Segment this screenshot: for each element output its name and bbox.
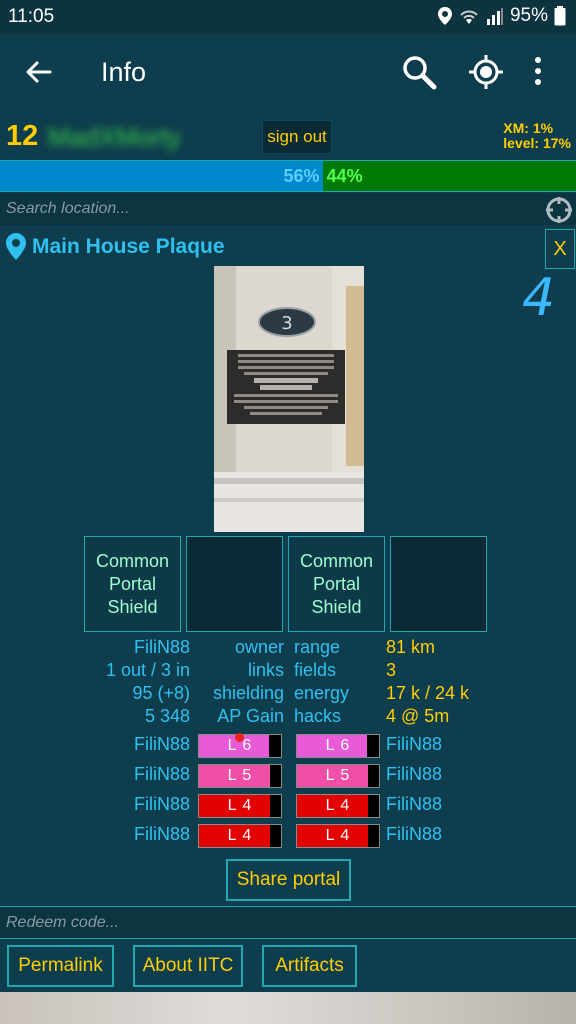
enlightened-score: 44% — [322, 161, 576, 191]
portal-level: 4 — [522, 268, 556, 328]
energy-value: 17 k / 24 k — [386, 683, 470, 703]
app-bar: Info — [0, 34, 576, 114]
level-progress: level: 17% — [503, 135, 571, 151]
owner-label: owner — [234, 637, 284, 657]
location-pin-icon — [437, 7, 452, 25]
resonator-owner[interactable]: FiliN88 — [134, 794, 190, 815]
resonator-owner[interactable]: FiliN88 — [134, 734, 190, 755]
fields-label: fields — [294, 660, 337, 680]
battery-icon — [554, 6, 566, 26]
battery-percentage: 95% — [509, 5, 548, 26]
detail-row: FiliN88 owner range 81 km — [0, 636, 576, 659]
resonator-meter: L 4 — [198, 794, 282, 818]
hacks-value: 4 @ 5m — [386, 706, 450, 726]
resonator-owner[interactable]: FiliN88 — [386, 734, 442, 755]
owner-value[interactable]: FiliN88 — [134, 636, 190, 659]
search-placeholder: Search location... — [6, 200, 130, 217]
player-stats: XM: 1% level: 17% — [503, 121, 571, 151]
resonator-level: L 5 — [227, 767, 253, 784]
resonator-level: L 4 — [325, 797, 351, 814]
resistance-score: 56% — [0, 161, 323, 191]
share-portal-button[interactable]: Share portal — [226, 859, 351, 901]
mod-slot-4[interactable] — [390, 536, 487, 632]
hacks-label: hacks — [294, 706, 342, 726]
resonator-row: FiliN88 L 6 L 6 FiliN88 — [0, 733, 576, 763]
sign-out-button[interactable]: sign out — [262, 120, 332, 154]
resonator-marker-icon — [235, 733, 244, 742]
portal-details: FiliN88 owner range 81 km 1 out / 3 in l… — [0, 636, 576, 728]
toolbox: Permalink About IITC Artifacts — [0, 938, 576, 992]
plaque-number: 3 — [281, 313, 292, 334]
portal-photo[interactable]: 3 — [214, 266, 364, 532]
player-info: 12 MadXMorty sign out XM: 1% level: 17% — [0, 114, 576, 160]
resonator-meter: L 4 — [296, 824, 380, 848]
shielding-label: shielding — [212, 683, 284, 703]
resonator-meter: L 4 — [296, 794, 380, 818]
map-background[interactable] — [0, 992, 576, 1024]
mod-slot-1[interactable]: Common Portal Shield — [84, 536, 181, 632]
mod-slot-2[interactable] — [186, 536, 283, 632]
resonator-owner[interactable]: FiliN88 — [386, 764, 442, 785]
fields-value: 3 — [386, 660, 397, 680]
page-title: Info — [101, 57, 147, 87]
resonator-meter: L 6 — [198, 733, 282, 758]
resonator-row: FiliN88 L 5 L 5 FiliN88 — [0, 763, 576, 793]
back-arrow-icon[interactable] — [22, 56, 54, 88]
signal-icon — [486, 8, 503, 25]
shielding-value: 95 (+8) — [132, 683, 190, 703]
resonator-level: L 5 — [325, 767, 351, 784]
resonator-level: L 4 — [325, 827, 351, 844]
portal-header: Main House Plaque — [6, 233, 225, 260]
about-iitc-button[interactable]: About IITC — [133, 945, 243, 987]
resonator-list: FiliN88 L 6 L 6 FiliN88 FiliN88 L 5 L 5 … — [0, 733, 576, 853]
more-options-icon[interactable] — [533, 56, 543, 86]
detail-row: 1 out / 3 in links fields 3 — [0, 659, 576, 682]
redeem-code-input[interactable]: Redeem code... — [0, 906, 576, 938]
resonator-level: L 4 — [227, 797, 253, 814]
resonator-meter: L 5 — [198, 764, 282, 788]
detail-row: 5 348 AP Gain hacks 4 @ 5m — [0, 705, 576, 728]
ap-gain-value: 5 348 — [144, 706, 190, 726]
player-level: 12 — [6, 120, 39, 152]
my-location-icon[interactable] — [468, 54, 504, 90]
resonator-owner[interactable]: FiliN88 — [134, 764, 190, 785]
links-label: links — [247, 660, 284, 680]
links-value: 1 out / 3 in — [105, 660, 190, 680]
close-button[interactable]: X — [545, 229, 575, 269]
resonator-owner[interactable]: FiliN88 — [386, 794, 442, 815]
resonator-meter: L 4 — [198, 824, 282, 848]
crosshair-icon[interactable] — [545, 196, 573, 224]
search-icon[interactable] — [401, 54, 437, 90]
wifi-icon — [460, 10, 478, 24]
range-label: range — [294, 637, 341, 657]
detail-row: 95 (+8) shielding energy 17 k / 24 k — [0, 682, 576, 705]
resonator-level: L 4 — [227, 827, 253, 844]
resonator-level: L 6 — [325, 737, 351, 754]
status-bar: 11:05 95% — [0, 0, 576, 34]
plaque-photo-image: 3 — [214, 266, 364, 532]
portal-name: Main House Plaque — [32, 234, 225, 258]
player-name: MadXMorty — [48, 122, 181, 152]
resonator-meter: L 5 — [296, 764, 380, 788]
resonator-row: FiliN88 L 4 L 4 FiliN88 — [0, 793, 576, 823]
team-score-bar: 56% 44% — [0, 160, 576, 192]
mod-slot-3[interactable]: Common Portal Shield — [288, 536, 385, 632]
resonator-owner[interactable]: FiliN88 — [134, 824, 190, 845]
resonator-owner[interactable]: FiliN88 — [386, 824, 442, 845]
search-location-input[interactable]: Search location... — [0, 193, 576, 225]
permalink-button[interactable]: Permalink — [7, 945, 114, 987]
resonator-meter: L 6 — [296, 734, 380, 758]
status-time: 11:05 — [8, 6, 55, 27]
portal-mods: Common Portal Shield Common Portal Shiel… — [84, 536, 488, 632]
artifacts-button[interactable]: Artifacts — [262, 945, 357, 987]
map-marker-icon — [6, 233, 26, 260]
redeem-placeholder: Redeem code... — [6, 914, 119, 931]
ap-gain-label: AP Gain — [217, 706, 284, 726]
resonator-row: FiliN88 L 4 L 4 FiliN88 — [0, 823, 576, 853]
energy-label: energy — [294, 683, 350, 703]
xm-percentage: XM: 1% — [503, 120, 554, 136]
range-value: 81 km — [386, 637, 436, 657]
